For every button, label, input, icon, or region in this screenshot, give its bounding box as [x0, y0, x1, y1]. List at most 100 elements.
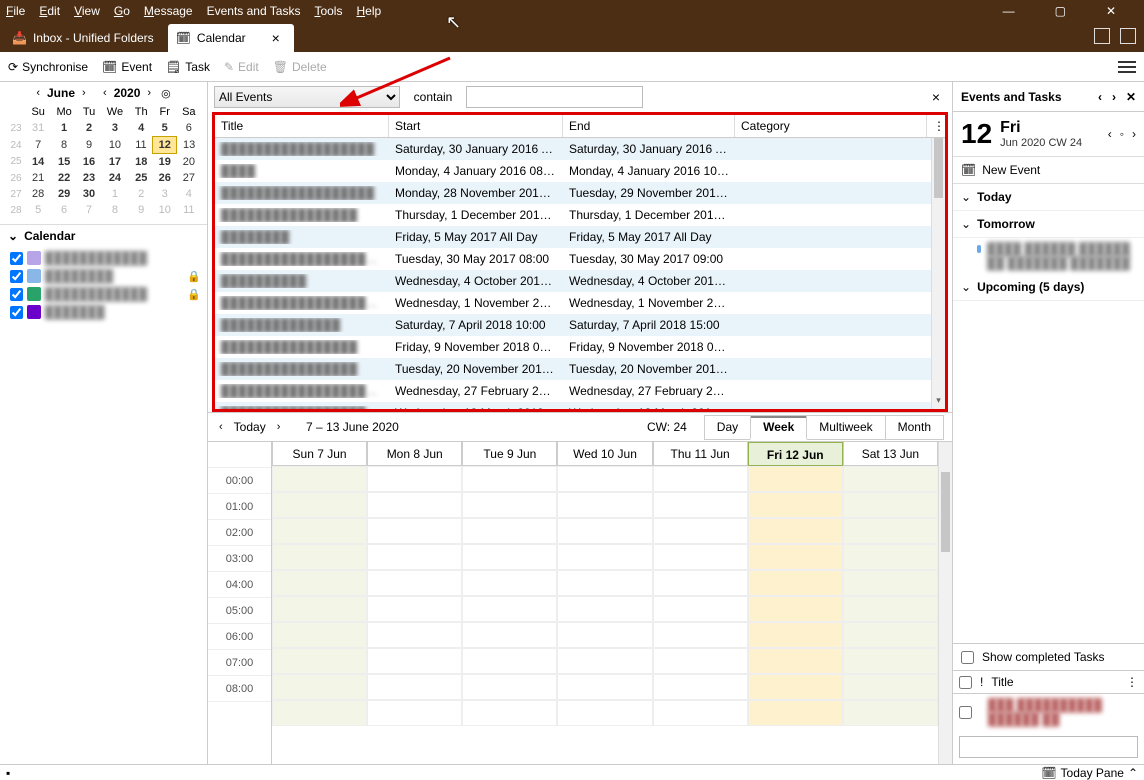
month-next-icon[interactable]: ›	[79, 87, 89, 99]
task-row[interactable]: ███ ██████████ ██████ ██	[953, 694, 1144, 730]
week-prev-icon[interactable]: ‹	[216, 421, 226, 433]
day-cell[interactable]	[843, 700, 938, 726]
day-cell[interactable]	[462, 622, 557, 648]
day-cell[interactable]	[462, 596, 557, 622]
day-cell[interactable]	[557, 466, 652, 492]
day-cell[interactable]	[272, 648, 367, 674]
col-title[interactable]: Title	[215, 115, 389, 137]
day-cell[interactable]	[653, 674, 748, 700]
event-row[interactable]: ██████████ Wednesday, 4 October 2017 0..…	[215, 270, 945, 292]
show-completed-row[interactable]: Show completed Tasks	[953, 643, 1144, 671]
calendar-list-item[interactable]: ████████ 🔒	[4, 267, 207, 285]
rc-prev-icon[interactable]: ‹	[1098, 90, 1102, 104]
day-cell[interactable]	[367, 492, 462, 518]
day-header[interactable]: Mon 8 Jun	[367, 442, 462, 466]
day-cell[interactable]	[653, 544, 748, 570]
day-cell[interactable]	[557, 674, 652, 700]
col-category[interactable]: Category	[735, 115, 927, 137]
day-cell[interactable]	[272, 518, 367, 544]
day-header[interactable]: Thu 11 Jun	[653, 442, 748, 466]
day-header[interactable]: Fri 12 Jun	[748, 442, 843, 466]
day-cell[interactable]	[653, 466, 748, 492]
col-end[interactable]: End	[563, 115, 735, 137]
menu-tools[interactable]: Tools	[314, 4, 342, 18]
day-cell[interactable]	[367, 596, 462, 622]
day-cell[interactable]	[748, 622, 843, 648]
day-cell[interactable]	[748, 544, 843, 570]
day-cell[interactable]	[748, 674, 843, 700]
new-task-input[interactable]	[959, 736, 1138, 758]
day-cell[interactable]	[557, 648, 652, 674]
day-cell[interactable]	[748, 570, 843, 596]
menu-help[interactable]: Help	[356, 4, 381, 18]
day-cell[interactable]	[843, 518, 938, 544]
calendar-checkbox[interactable]	[10, 288, 23, 301]
day-cell[interactable]	[462, 570, 557, 596]
app-menu-button[interactable]	[1118, 61, 1136, 73]
day-cell[interactable]	[272, 492, 367, 518]
today-button[interactable]: Today	[234, 420, 266, 434]
events-search-input[interactable]	[466, 86, 643, 108]
col-start[interactable]: Start	[389, 115, 563, 137]
priority-icon[interactable]: !	[980, 675, 983, 689]
menu-edit[interactable]: Edit	[39, 4, 60, 18]
day-cell[interactable]	[843, 466, 938, 492]
tasks-title-col[interactable]: Title	[991, 675, 1118, 689]
tasks-col-picker-icon[interactable]: ⋮	[1126, 675, 1138, 689]
day-cell[interactable]	[843, 492, 938, 518]
view-day[interactable]: Day	[704, 415, 751, 440]
menu-file[interactable]: FFileile	[6, 4, 25, 18]
calendar-list-item[interactable]: ████████████ 🔒	[4, 285, 207, 303]
week-next-icon[interactable]: ›	[274, 421, 284, 433]
day-cell[interactable]	[557, 570, 652, 596]
sync-button[interactable]: ⟳Synchronise	[8, 60, 88, 74]
date-next-icon[interactable]: ›	[1132, 127, 1136, 141]
tab-close-icon[interactable]: ×	[272, 30, 280, 46]
section-upcoming[interactable]: Upcoming (5 days)	[953, 274, 1144, 301]
day-cell[interactable]	[653, 492, 748, 518]
day-cell[interactable]	[748, 648, 843, 674]
task-checkbox[interactable]	[959, 706, 972, 719]
date-today-icon[interactable]: ◦	[1120, 127, 1124, 141]
day-cell[interactable]	[367, 518, 462, 544]
day-cell[interactable]	[367, 544, 462, 570]
rc-close-icon[interactable]: ✕	[1126, 90, 1136, 104]
day-cell[interactable]	[557, 492, 652, 518]
date-prev-icon[interactable]: ‹	[1108, 127, 1112, 141]
column-picker-icon[interactable]: ⋮	[927, 115, 945, 137]
day-cell[interactable]	[367, 674, 462, 700]
rc-next-icon[interactable]: ›	[1112, 90, 1116, 104]
menu-go[interactable]: Go	[114, 4, 130, 18]
event-row[interactable]: ██████████████████ Monday, 28 November 2…	[215, 182, 945, 204]
day-cell[interactable]	[843, 596, 938, 622]
year-next-icon[interactable]: ›	[144, 87, 154, 99]
day-columns[interactable]: Sun 7 JunMon 8 JunTue 9 JunWed 10 JunThu…	[272, 442, 938, 764]
event-row[interactable]: ██████████████████████ Wednesday, 13 Mar…	[215, 402, 945, 409]
day-cell[interactable]	[748, 518, 843, 544]
day-cell[interactable]	[272, 570, 367, 596]
today-target-icon[interactable]: ◎	[158, 87, 174, 100]
today-pane-toggle[interactable]: 🗓 Today Pane ⌃	[1041, 766, 1138, 780]
day-cell[interactable]	[653, 596, 748, 622]
scroll-thumb[interactable]	[934, 138, 943, 198]
weekgrid-scrollbar[interactable]	[938, 442, 952, 764]
day-cell[interactable]	[653, 518, 748, 544]
day-cell[interactable]	[462, 674, 557, 700]
day-cell[interactable]	[843, 570, 938, 596]
section-tomorrow[interactable]: Tomorrow	[953, 211, 1144, 238]
day-cell[interactable]	[653, 700, 748, 726]
menu-events-tasks[interactable]: Events and Tasks	[207, 4, 301, 18]
menu-view[interactable]: View	[74, 4, 100, 18]
day-header[interactable]: Sun 7 Jun	[272, 442, 367, 466]
day-cell[interactable]	[272, 700, 367, 726]
year-prev-icon[interactable]: ‹	[100, 87, 110, 99]
event-row[interactable]: ████ Monday, 4 January 2016 08:00 Monday…	[215, 160, 945, 182]
window-minimize-icon[interactable]: —	[1003, 4, 1015, 18]
calendar-checkbox[interactable]	[10, 270, 23, 283]
calendar-list-item[interactable]: ███████	[4, 303, 207, 321]
view-month[interactable]: Month	[885, 415, 944, 440]
clear-search-icon[interactable]: ×	[926, 89, 946, 105]
new-event-row[interactable]: 🗓 New Event	[953, 157, 1144, 184]
day-cell[interactable]	[653, 622, 748, 648]
calendar-checkbox[interactable]	[10, 306, 23, 319]
